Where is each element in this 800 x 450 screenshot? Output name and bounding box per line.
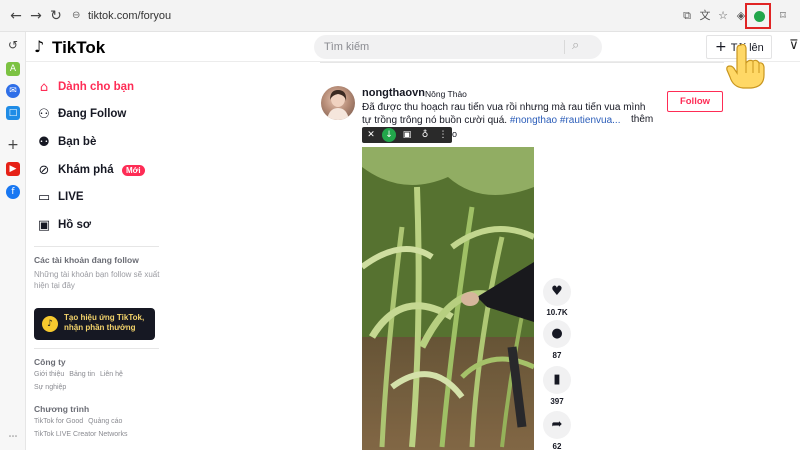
footer-link[interactable]: Quảng cáo bbox=[88, 418, 122, 425]
search-bar: ⌕ bbox=[314, 35, 602, 59]
facebook-icon[interactable]: f bbox=[6, 185, 20, 199]
follow-button[interactable]: Follow bbox=[667, 91, 723, 112]
star-icon[interactable]: ☆ bbox=[716, 9, 730, 23]
nav-item-live[interactable]: ▭ LIVE bbox=[36, 188, 174, 210]
create-effect-banner[interactable]: ♪ Tạo hiệu ứng TikTok, nhận phần thưởng bbox=[34, 308, 155, 340]
video-frame bbox=[362, 147, 534, 450]
careers-link[interactable]: Sự nghiệp bbox=[34, 384, 66, 391]
browser-sidebar: ↺ A ✉ □ + ▶ f ⋯ bbox=[0, 32, 26, 450]
footer-link[interactable]: Bảng tin bbox=[69, 371, 95, 378]
nav-item-label: Đang Follow bbox=[58, 108, 127, 120]
address-bar[interactable]: ⊖ tiktok.com/foryou bbox=[68, 6, 778, 27]
app-icon-green[interactable]: A bbox=[6, 62, 20, 76]
effect-cta-text: Tạo hiệu ứng TikTok, nhận phần thưởng bbox=[64, 313, 145, 332]
avatar[interactable] bbox=[321, 86, 355, 120]
live-icon: ▭ bbox=[37, 190, 51, 205]
like-count: 10.7K bbox=[546, 308, 568, 317]
download-extension-icon[interactable] bbox=[754, 11, 765, 22]
bookmark-icon[interactable]: ⌑ bbox=[776, 9, 790, 23]
save-count: 397 bbox=[550, 397, 564, 406]
tiktok-header: ♪ TikTok ⌕ +Tải lên ⊽ bbox=[26, 32, 800, 62]
nav-item-label: Khám phá bbox=[58, 164, 114, 176]
search-input[interactable] bbox=[324, 35, 564, 59]
tiktok-logo-icon[interactable]: ♪ bbox=[34, 37, 44, 56]
post-author[interactable]: nongthaovn bbox=[362, 87, 425, 99]
video-download-toolbar: ✕ ↓ ▣ ♁ ⋮ bbox=[362, 127, 452, 143]
translate-icon[interactable]: 文 bbox=[698, 9, 712, 23]
feed-divider bbox=[320, 62, 724, 63]
program-section-title[interactable]: Chương trình bbox=[34, 404, 89, 414]
share-icon[interactable]: ➦ bbox=[543, 411, 571, 439]
post-nickname[interactable]: Nông Thảo bbox=[425, 89, 467, 99]
nav-item-explore[interactable]: ⊘ Khám phá Mới bbox=[36, 161, 174, 183]
lightbulb-icon[interactable]: ♁ bbox=[418, 128, 432, 142]
nav-item-label: LIVE bbox=[58, 191, 84, 203]
hashtag-link[interactable]: #nongthao bbox=[510, 115, 557, 126]
avatar-image bbox=[327, 90, 349, 120]
comment-icon[interactable]: ● bbox=[543, 320, 571, 348]
download-extension-highlight[interactable] bbox=[745, 3, 771, 29]
nav-item-label: Hồ sơ bbox=[58, 219, 92, 231]
heart-icon[interactable]: ♥ bbox=[543, 278, 571, 306]
reload-icon[interactable]: ↻ bbox=[48, 8, 64, 24]
divider bbox=[34, 246, 159, 247]
nav-item-friends[interactable]: ⚉ Bạn bè bbox=[36, 133, 174, 155]
following-section-title: Các tài khoản đang follow bbox=[34, 255, 139, 265]
arrow-left-icon[interactable]: ← bbox=[8, 8, 24, 24]
hashtag-link[interactable]: #rautienvua... bbox=[560, 115, 621, 126]
pointing-hand-icon bbox=[726, 43, 765, 89]
more-icon[interactable]: ⋯ bbox=[6, 430, 20, 444]
post-caption: Đã được thu hoạch rau tiến vua rồi nhưng… bbox=[362, 101, 654, 127]
comment-count: 87 bbox=[552, 351, 562, 360]
window-icon[interactable]: ▣ bbox=[400, 128, 414, 142]
program-links: TikTok for Good Quảng cáo bbox=[34, 418, 127, 425]
plus-icon[interactable]: + bbox=[6, 138, 20, 152]
program-links-2: TikTok LIVE Creator Networks bbox=[34, 431, 133, 438]
nav-item-label: Bạn bè bbox=[58, 136, 97, 148]
nav-item-label: Dành cho bạn bbox=[58, 81, 135, 93]
footer-link[interactable]: TikTok LIVE Creator Networks bbox=[34, 431, 128, 438]
video-player[interactable] bbox=[362, 147, 534, 450]
caption-tail-text: o bbox=[452, 129, 458, 139]
footer-link[interactable]: Liên hệ bbox=[100, 371, 123, 378]
nav-item-for-you[interactable]: ⌂ Dành cho bạn bbox=[36, 78, 174, 100]
new-badge: Mới bbox=[122, 165, 145, 176]
funnel-icon[interactable]: ⊽ bbox=[789, 38, 799, 53]
search-icon[interactable]: ⌕ bbox=[572, 38, 579, 53]
home-icon: ⌂ bbox=[39, 80, 49, 95]
arrow-right-icon[interactable]: → bbox=[28, 8, 44, 24]
tiktok-sidebar: ⌂ Dành cho bạn ⚇ Đang Follow ⚉ Bạn bè ⊘ … bbox=[26, 62, 174, 450]
search-divider bbox=[564, 40, 565, 54]
following-section-desc: Những tài khoản bạn follow sẽ xuất hiện … bbox=[34, 270, 160, 290]
download-icon[interactable]: ↓ bbox=[382, 128, 396, 142]
compass-icon: ⊘ bbox=[38, 163, 50, 178]
nav-item-profile[interactable]: ▣ Hồ sơ bbox=[36, 216, 174, 238]
messenger-icon[interactable]: ✉ bbox=[6, 84, 20, 98]
site-info-icon[interactable]: ⊖ bbox=[72, 10, 80, 21]
history-icon[interactable]: ↺ bbox=[6, 38, 20, 52]
nav-item-following[interactable]: ⚇ Đang Follow bbox=[36, 105, 174, 127]
url-text[interactable]: tiktok.com/foryou bbox=[88, 10, 171, 22]
company-section-title[interactable]: Công ty bbox=[34, 357, 66, 367]
company-links: Giới thiệu Bảng tin Liên hệ bbox=[34, 371, 128, 378]
close-icon[interactable]: ✕ bbox=[364, 128, 378, 142]
footer-link[interactable]: TikTok for Good bbox=[34, 418, 83, 425]
browser-toolbar: ← → ↻ ⊖ tiktok.com/foryou ⧉ 文 ☆ ◈ ⌑ bbox=[0, 0, 800, 32]
divider bbox=[34, 348, 159, 349]
share-count: 62 bbox=[552, 442, 562, 450]
profile-icon: ▣ bbox=[37, 218, 51, 233]
tiktok-logo[interactable]: TikTok bbox=[52, 38, 105, 58]
youtube-icon[interactable]: ▶ bbox=[6, 162, 20, 176]
footer-link[interactable]: Giới thiệu bbox=[34, 371, 64, 378]
bookmark-icon[interactable]: ▮ bbox=[543, 366, 571, 394]
app-icon-blue[interactable]: □ bbox=[6, 106, 20, 120]
more-vertical-icon[interactable]: ⋮ bbox=[436, 128, 450, 142]
caption-more-link[interactable]: thêm bbox=[631, 114, 653, 125]
friends-icon: ⚉ bbox=[38, 135, 50, 150]
effect-icon: ♪ bbox=[42, 316, 58, 332]
cast-icon[interactable]: ⧉ bbox=[680, 9, 694, 23]
follow-users-icon: ⚇ bbox=[38, 107, 50, 122]
